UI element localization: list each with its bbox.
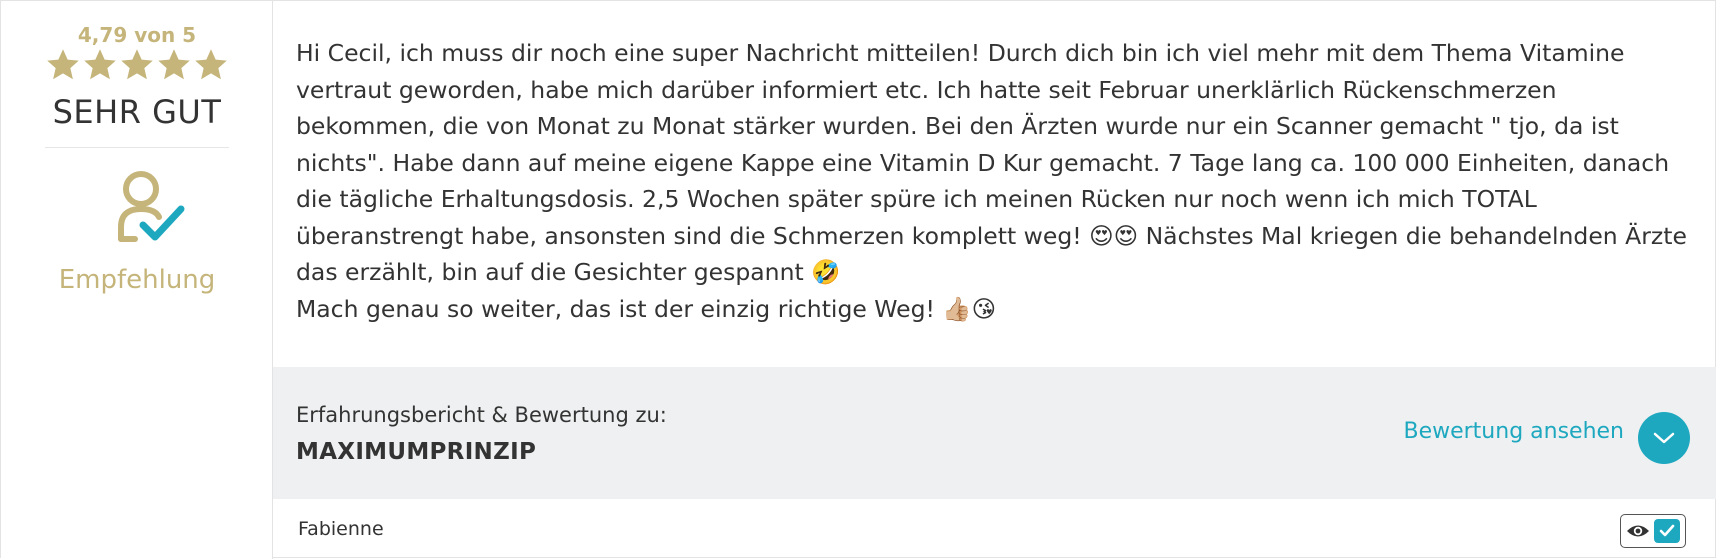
- star-icon: [84, 49, 116, 80]
- verified-check: [1654, 519, 1680, 543]
- product-caption: Erfahrungsbericht & Bewertung zu:: [296, 403, 667, 427]
- star-icon: [158, 49, 190, 80]
- star-icon: [195, 49, 227, 80]
- product-name: MAXIMUMPRINZIP: [296, 439, 537, 465]
- expand-button[interactable]: [1638, 412, 1690, 464]
- user-check-icon: [118, 171, 185, 242]
- review-paragraph: Hi Cecil, ich muss dir noch eine super N…: [296, 39, 1695, 286]
- author-name: Fabienne: [298, 518, 384, 540]
- chevron-down-icon: [1653, 432, 1675, 444]
- rating-sidebar: 4,79 von 5 SEHR GUT Empfehlung: [1, 1, 273, 559]
- review-text: Hi Cecil, ich muss dir noch eine super N…: [296, 35, 1691, 327]
- view-review-link[interactable]: Bewertung ansehen: [1403, 419, 1624, 444]
- divider: [45, 147, 229, 148]
- star-icon: [47, 49, 79, 80]
- eye-icon: [1627, 525, 1649, 537]
- star-rating: [45, 47, 229, 85]
- star-icon: [121, 49, 153, 80]
- recommendation-label: Empfehlung: [58, 265, 216, 295]
- rating-score: 4,79 von 5: [77, 23, 197, 47]
- review-card: 4,79 von 5 SEHR GUT Empfehlung Hi Cecil,…: [0, 0, 1716, 559]
- product-reference-bar: Erfahrungsbericht & Bewertung zu: MAXIMU…: [273, 367, 1716, 499]
- rating-label: SEHR GUT: [52, 93, 222, 131]
- checkmark-icon: [1659, 524, 1675, 537]
- review-paragraph: Mach genau so weiter, das ist der einzig…: [296, 294, 997, 323]
- verified-badge[interactable]: [1620, 514, 1686, 548]
